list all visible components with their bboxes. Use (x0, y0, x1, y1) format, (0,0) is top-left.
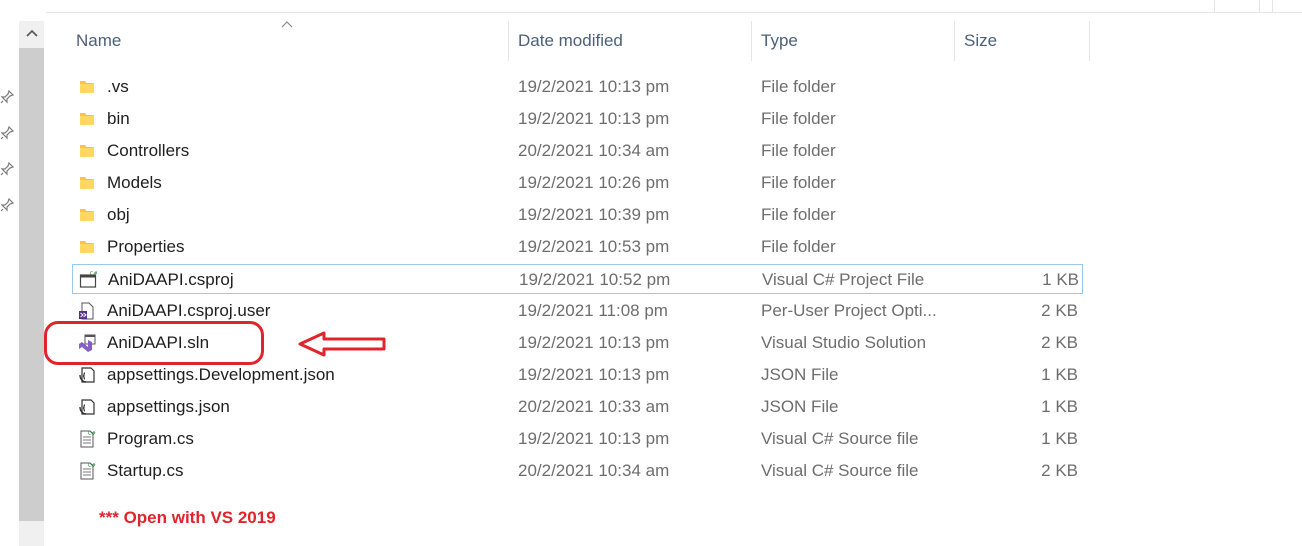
file-row[interactable]: .vs 19/2/2021 10:13 pm File folder (72, 72, 1083, 102)
csproj-icon: C# (79, 271, 98, 289)
file-row[interactable]: Models 19/2/2021 10:26 pm File folder (72, 168, 1083, 198)
column-header-name[interactable]: Name (76, 21, 121, 61)
file-type: File folder (761, 173, 836, 192)
file-name: Models (107, 173, 162, 192)
file-date-modified: 20/2/2021 10:34 am (518, 141, 670, 160)
file-row[interactable]: C# AniDAAPI.csproj 19/2/2021 10:52 pm Visua… (72, 264, 1083, 294)
svg-text:C#: C# (90, 271, 97, 277)
file-date-modified: 19/2/2021 10:52 pm (519, 270, 671, 289)
file-name: obj (107, 205, 130, 224)
file-date-modified: 19/2/2021 10:26 pm (518, 173, 670, 192)
file-name: Startup.cs (107, 461, 184, 480)
file-type: File folder (761, 77, 836, 96)
file-name: appsettings.json (107, 397, 230, 416)
file-size (972, 136, 1078, 166)
scroll-up-button[interactable] (19, 21, 44, 45)
column-divider[interactable] (954, 21, 955, 61)
file-date-modified: 20/2/2021 10:34 am (518, 461, 670, 480)
file-date-modified: 19/2/2021 10:13 pm (518, 333, 670, 352)
cs-file-icon: C# (78, 462, 96, 480)
column-divider[interactable] (751, 21, 752, 61)
json-icon (78, 398, 96, 416)
pin-icon[interactable] (0, 198, 14, 212)
file-date-modified: 19/2/2021 11:08 pm (518, 301, 668, 320)
file-date-modified: 20/2/2021 10:33 am (518, 397, 670, 416)
sort-ascending-icon (281, 21, 293, 28)
file-size (972, 168, 1078, 198)
file-size: 2 KB (1041, 301, 1078, 320)
file-name: Controllers (107, 141, 190, 160)
file-row[interactable]: C# Startup.cs 20/2/2021 10:34 am Visual C# … (72, 456, 1083, 486)
file-size: 2 KB (1041, 333, 1078, 352)
file-row[interactable]: obj 19/2/2021 10:39 pm File folder (72, 200, 1083, 230)
toolbar-button-stub[interactable] (1214, 0, 1260, 12)
column-divider[interactable] (1089, 21, 1090, 61)
file-type: File folder (761, 237, 836, 256)
column-header-type[interactable]: Type (761, 21, 798, 61)
folder-icon (78, 238, 96, 256)
chevron-up-icon (25, 29, 38, 37)
file-type: Visual C# Source file (761, 429, 919, 448)
file-row[interactable]: Properties 19/2/2021 10:53 pm File folder (72, 232, 1083, 262)
annotation-note: *** Open with VS 2019 (99, 508, 276, 527)
file-size (972, 72, 1078, 102)
file-type: Per-User Project Opti... (761, 301, 937, 320)
file-name: Program.cs (107, 429, 194, 448)
pin-icon[interactable] (0, 90, 14, 104)
file-size: 1 KB (1042, 270, 1079, 289)
file-size (972, 232, 1078, 262)
file-row[interactable]: C# Program.cs 19/2/2021 10:13 pm Visual C# … (72, 424, 1083, 454)
file-row[interactable]: bin 19/2/2021 10:13 pm File folder (72, 104, 1083, 134)
file-date-modified: 19/2/2021 10:13 pm (518, 77, 670, 96)
file-name: Properties (107, 237, 185, 256)
file-size: 1 KB (1041, 397, 1078, 416)
file-name: AniDAAPI.csproj (108, 270, 234, 289)
file-type: File folder (761, 141, 836, 160)
folder-icon (78, 206, 96, 224)
vertical-scrollbar[interactable] (19, 21, 44, 546)
folder-icon (78, 142, 96, 160)
annotation-arrow-icon (298, 331, 386, 357)
cs-file-icon: C# (78, 430, 96, 448)
file-date-modified: 19/2/2021 10:13 pm (518, 109, 670, 128)
pin-icon[interactable] (0, 126, 14, 140)
pin-icon[interactable] (0, 162, 14, 176)
file-date-modified: 19/2/2021 10:39 pm (518, 205, 670, 224)
file-date-modified: 19/2/2021 10:13 pm (518, 365, 670, 384)
folder-icon (78, 174, 96, 192)
toolbar-button-stub-2[interactable] (1272, 0, 1302, 12)
file-row[interactable]: Controllers 20/2/2021 10:34 am File folder (72, 136, 1083, 166)
file-type: JSON File (761, 397, 839, 416)
json-icon (78, 366, 96, 384)
column-header-date-modified[interactable]: Date modified (518, 21, 623, 61)
file-type: Visual Studio Solution (761, 333, 927, 352)
file-type: Visual C# Source file (761, 461, 919, 480)
file-type: File folder (761, 205, 836, 224)
column-divider[interactable] (508, 21, 509, 61)
svg-text:C#: C# (88, 463, 96, 469)
scroll-thumb[interactable] (19, 48, 44, 521)
top-divider (46, 12, 1302, 13)
file-date-modified: 19/2/2021 10:13 pm (518, 429, 670, 448)
file-type: Visual C# Project File (762, 270, 925, 289)
file-size: 2 KB (1041, 461, 1078, 480)
file-name: bin (107, 109, 130, 128)
folder-icon (78, 78, 96, 96)
user-file-icon (78, 302, 96, 320)
file-size (972, 200, 1078, 230)
file-type: JSON File (761, 365, 839, 384)
svg-text:C#: C# (88, 431, 96, 437)
file-size: 1 KB (1041, 365, 1078, 384)
file-type: File folder (761, 109, 836, 128)
folder-icon (78, 110, 96, 128)
file-name: .vs (107, 77, 129, 96)
file-size (972, 104, 1078, 134)
column-header-size[interactable]: Size (964, 21, 997, 61)
file-row[interactable]: appsettings.json 20/2/2021 10:33 am JSON F… (72, 392, 1083, 422)
annotation-highlight-oval (44, 321, 264, 365)
file-date-modified: 19/2/2021 10:53 pm (518, 237, 670, 256)
file-size: 1 KB (1041, 429, 1078, 448)
